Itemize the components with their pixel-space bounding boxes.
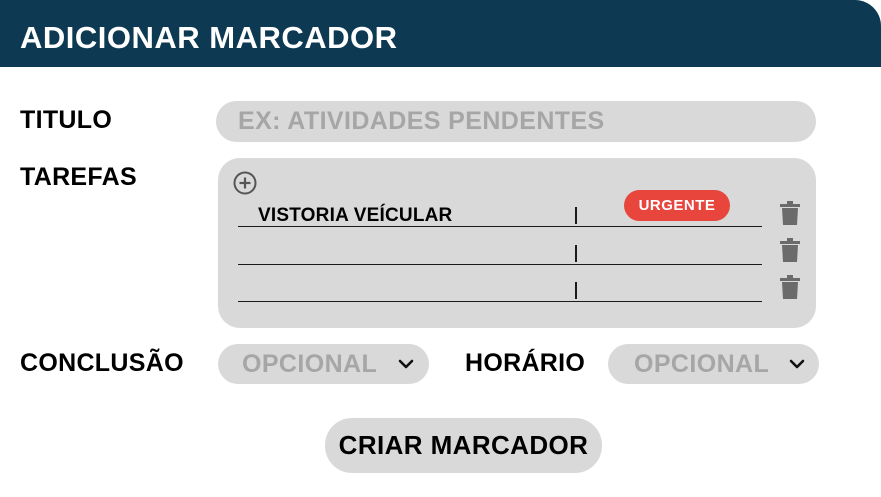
conclusion-label: CONCLUSÃO [20,349,184,377]
task-row[interactable] [238,238,762,265]
task-divider [575,207,577,224]
task-name: VISTORIA VEÍCULAR [258,205,453,226]
urgent-badge[interactable]: URGENTE [624,190,730,221]
dialog-header: ADICIONAR MARCADOR [0,0,881,67]
time-select-value: OPCIONAL [634,350,770,378]
trash-icon[interactable] [780,201,800,225]
task-row[interactable] [238,275,762,302]
time-select[interactable]: OPCIONAL [608,344,819,384]
time-label: HORÁRIO [465,349,586,377]
trash-icon[interactable] [780,275,800,299]
create-marker-button[interactable]: CRIAR MARCADOR [325,418,602,473]
trash-icon[interactable] [780,238,800,262]
chevron-down-icon [789,359,805,369]
task-divider [575,245,577,262]
plus-circle-icon[interactable] [232,170,258,196]
tasks-label: TAREFAS [20,163,137,191]
tasks-panel: VISTORIA VEÍCULAR URGENTE [218,158,816,328]
conclusion-select-value: OPCIONAL [242,350,378,378]
dialog-title: ADICIONAR MARCADOR [20,20,398,55]
title-input[interactable] [216,101,816,142]
task-divider [575,282,577,299]
conclusion-select[interactable]: OPCIONAL [218,344,429,384]
title-label: TITULO [20,106,113,134]
chevron-down-icon [398,359,414,369]
